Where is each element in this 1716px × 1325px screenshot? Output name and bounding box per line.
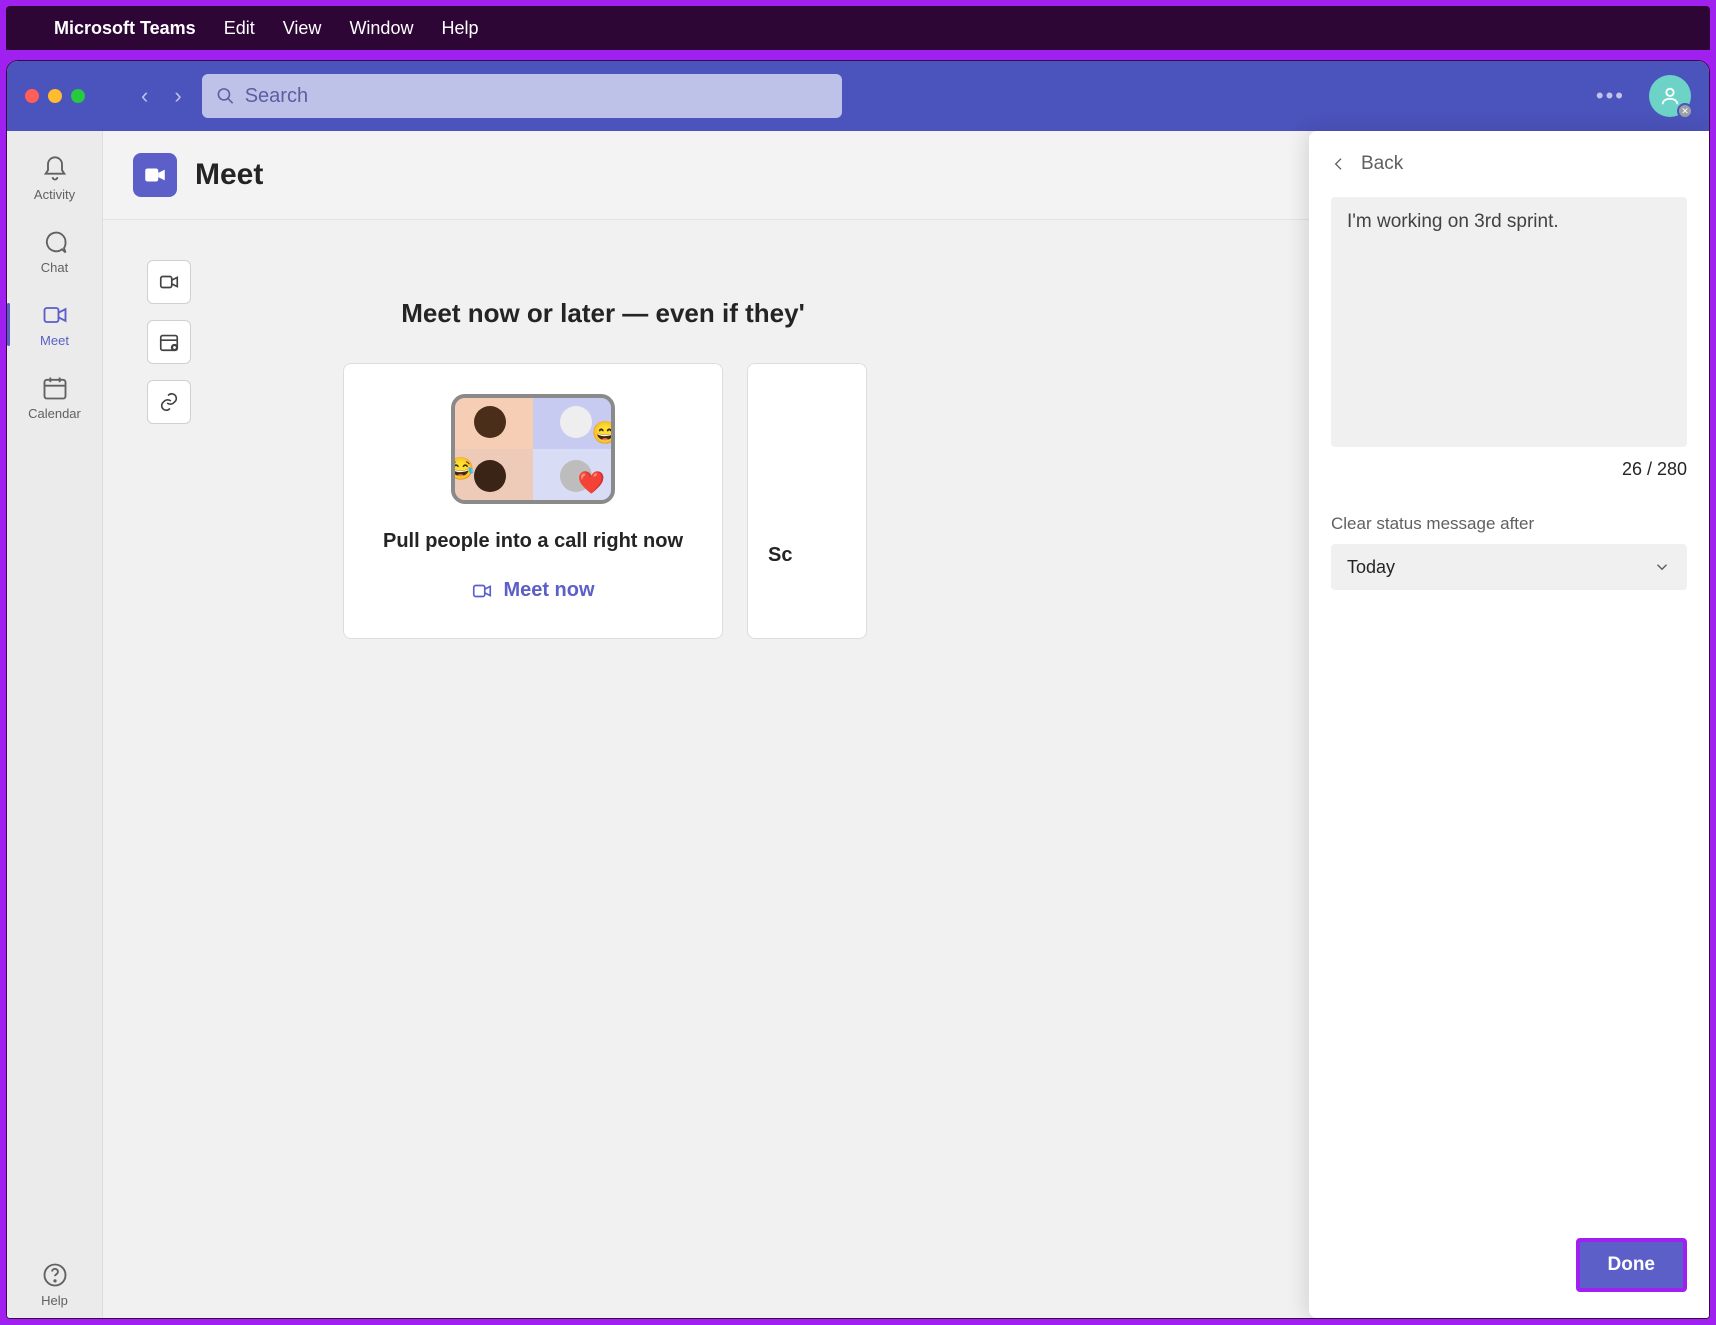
- meet-illustration: 😂 😄 ❤️: [451, 394, 615, 504]
- video-icon: [41, 301, 69, 329]
- rail-help-label: Help: [41, 1293, 68, 1308]
- chevron-down-icon: [1653, 558, 1671, 576]
- nav-back-button[interactable]: ‹: [135, 79, 154, 113]
- traffic-lights: [25, 89, 85, 103]
- chevron-left-icon: [1331, 156, 1347, 172]
- clear-after-value: Today: [1347, 557, 1395, 578]
- search-box[interactable]: [202, 74, 842, 118]
- done-button[interactable]: Done: [1580, 1242, 1684, 1288]
- rail-meet-label: Meet: [40, 333, 69, 348]
- more-options-button[interactable]: •••: [1586, 83, 1635, 109]
- nav-forward-button[interactable]: ›: [168, 79, 187, 113]
- menubar-window[interactable]: Window: [349, 18, 413, 39]
- window-titlebar: ‹ › ••• ✕: [7, 61, 1709, 131]
- status-badge-icon: ✕: [1677, 103, 1693, 119]
- menubar-view[interactable]: View: [283, 18, 322, 39]
- menubar-edit[interactable]: Edit: [224, 18, 255, 39]
- main-content: Meet Meet now or later — even if they': [103, 131, 1709, 1318]
- profile-avatar[interactable]: ✕: [1649, 75, 1691, 117]
- rail-chat-label: Chat: [41, 260, 68, 275]
- meet-now-button-label: Meet now: [503, 579, 594, 602]
- calendar-icon: [41, 374, 69, 402]
- chat-icon: [41, 228, 69, 256]
- char-counter: 26 / 280: [1331, 459, 1687, 480]
- minimize-window-button[interactable]: [48, 89, 62, 103]
- fullscreen-window-button[interactable]: [71, 89, 85, 103]
- link-icon: [158, 391, 180, 413]
- teams-window: ‹ › ••• ✕ Activity Chat: [6, 60, 1710, 1319]
- rail-activity[interactable]: Activity: [7, 145, 102, 212]
- search-input[interactable]: [245, 85, 828, 108]
- video-icon: [158, 271, 180, 293]
- schedule-card-text: Sc: [768, 544, 792, 567]
- bell-icon: [41, 155, 69, 183]
- help-icon: [41, 1261, 69, 1289]
- video-icon: [471, 580, 493, 602]
- rail-meet[interactable]: Meet: [7, 291, 102, 358]
- meet-now-button[interactable]: Meet now: [471, 579, 594, 602]
- rail-help[interactable]: Help: [7, 1251, 102, 1318]
- calendar-plus-icon: [158, 331, 180, 353]
- close-window-button[interactable]: [25, 89, 39, 103]
- rail-calendar-label: Calendar: [28, 406, 81, 421]
- page-title: Meet: [195, 158, 263, 192]
- panel-back-label: Back: [1361, 153, 1403, 175]
- macos-menubar: Microsoft Teams Edit View Window Help: [6, 6, 1710, 50]
- status-message-input[interactable]: [1331, 197, 1687, 447]
- clear-after-label: Clear status message after: [1331, 514, 1687, 534]
- meet-now-card: 😂 😄 ❤️ Pull people into a call right now…: [343, 363, 723, 639]
- panel-back-button[interactable]: Back: [1331, 153, 1687, 175]
- done-button-highlight: Done: [1576, 1238, 1688, 1292]
- search-icon: [216, 86, 235, 106]
- rail-chat[interactable]: Chat: [7, 218, 102, 285]
- meeting-link-fab[interactable]: [147, 380, 191, 424]
- hero-text: Meet now or later — even if they': [343, 298, 863, 329]
- clear-after-select[interactable]: Today: [1331, 544, 1687, 590]
- rail-calendar[interactable]: Calendar: [7, 364, 102, 431]
- schedule-card-partial: Sc: [747, 363, 867, 639]
- status-message-panel: Back 26 / 280 Clear status message after…: [1309, 131, 1709, 1318]
- rail-activity-label: Activity: [34, 187, 75, 202]
- menubar-app-name[interactable]: Microsoft Teams: [54, 18, 196, 39]
- meet-app-icon: [133, 153, 177, 197]
- person-icon: [1659, 85, 1681, 107]
- card-title: Pull people into a call right now: [383, 530, 683, 553]
- meet-now-fab[interactable]: [147, 260, 191, 304]
- menubar-help[interactable]: Help: [441, 18, 478, 39]
- app-rail: Activity Chat Meet Calendar Help: [7, 131, 103, 1318]
- schedule-meeting-fab[interactable]: [147, 320, 191, 364]
